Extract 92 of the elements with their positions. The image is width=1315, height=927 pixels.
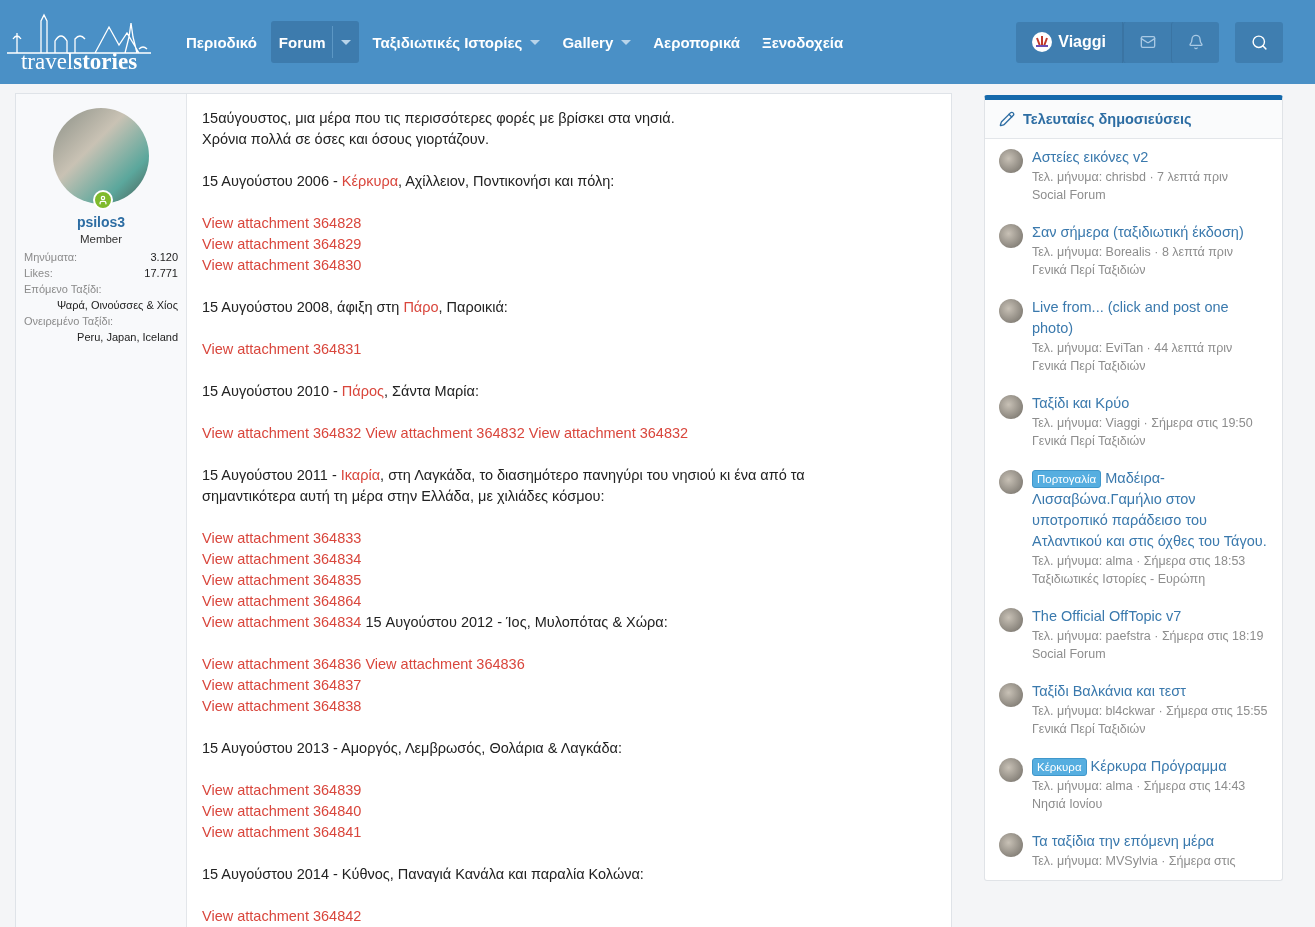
stat-value: 17.771 [144, 266, 178, 281]
post-link[interactable]: View attachment 364864 [202, 593, 362, 609]
nav-tab[interactable]: Ξενοδοχεία [754, 21, 852, 63]
thread-meta: Τελ. μήνυμα: Viaggi · Σήμερα στις 19:50 [1031, 415, 1253, 432]
post-text: 15 Αυγούστου 2013 - Αμοργός, Λεμβρωσός, Θολάρια & Λαγκάδα: [202, 739, 623, 758]
thread-meta: Τελ. μήνυμα: Borealis · 8 λεπτά πριν [1031, 244, 1234, 261]
thread-meta: Τελ. μήνυμα: alma · Σήμερα στις 14:43 [1031, 778, 1246, 795]
thread-prefix-tag: Κέρκυρα [1031, 758, 1087, 776]
forum-link[interactable]: Γενικά Περί Ταξιδιών [1031, 261, 1244, 279]
post-link[interactable]: View attachment 364837 [202, 677, 362, 693]
avatar-photo-placeholder[interactable] [998, 470, 1023, 494]
post-link[interactable]: View attachment 364834 [202, 614, 362, 630]
thread-link[interactable]: Ταξίδι Βαλκάνια και τεστ [1031, 681, 1268, 702]
forum-link[interactable]: Social Forum [1031, 645, 1264, 663]
thread-meta: Τελ. μήνυμα: bl4ckwar · Σήμερα στις 15:55 [1031, 703, 1268, 720]
post-link[interactable]: Πάρο [403, 299, 439, 315]
thread-link[interactable]: Live from... (click and post one photo) [1031, 297, 1268, 339]
avatar-photo-placeholder[interactable] [998, 224, 1023, 248]
post-link[interactable]: View attachment 364840 [202, 803, 362, 819]
post-link[interactable]: View attachment 364828 [202, 215, 362, 231]
search-button[interactable] [1235, 21, 1283, 63]
post-link[interactable]: View attachment 364833 [202, 530, 362, 546]
site-logo[interactable]: travelstories [20, 51, 138, 73]
post-text: 15 Αυγούστου 2008, άφιξη στη Πάρο, Παροικιά: [202, 298, 509, 317]
pencil-icon [998, 111, 1015, 127]
thread-meta: Τελ. μήνυμα: paefstra · Σήμερα στις 18:19 [1031, 628, 1264, 645]
avatar-photo-placeholder[interactable] [998, 299, 1023, 323]
forum-link[interactable]: Νησιά Ιονίου [1031, 795, 1246, 813]
thread-meta: Τελ. μήνυμα: EviTan · 44 λεπτά πριν [1031, 340, 1234, 357]
sidebar-title: Τελευταίες δημοσιεύσεις [1022, 111, 1192, 127]
post-link[interactable]: View attachment 364836 [202, 656, 362, 672]
post-link[interactable]: View attachment 364841 [202, 824, 362, 840]
stat-label: Ονειρεμένο Ταξίδι: [24, 314, 115, 329]
post-link[interactable]: View attachment 364842 [202, 908, 362, 924]
post-link[interactable]: View attachment 364835 [202, 572, 362, 588]
forum-link[interactable]: Γενικά Περί Ταξιδιών [1031, 357, 1268, 375]
forum-link[interactable]: Γενικά Περί Ταξιδιών [1031, 720, 1268, 738]
thread-link[interactable]: Σαν σήμερα (ταξιδιωτική έκδοση) [1031, 222, 1244, 243]
avatar-photo-placeholder[interactable] [998, 395, 1023, 419]
stat-value: Peru, Japan, Iceland [76, 330, 178, 345]
post-text: 15 Αυγούστου 2011 - Ικαρία, στη Λαγκάδα, το διασημότερο πανηγύρι του νησιού κι ένα από τα σημαντικότερα αυτή τη μέρα στην Ελλάδα, με χιλιάδες κόσμου: [202, 466, 806, 506]
forum-link[interactable]: Γενικά Περί Ταξιδιών [1031, 432, 1253, 450]
search-icon [1250, 33, 1268, 51]
mail-icon [1139, 34, 1156, 50]
thread-meta: Τελ. μήνυμα: chrisbd · 7 λεπτά πριν [1031, 169, 1229, 186]
avatar-photo-placeholder[interactable] [998, 758, 1023, 782]
post-link[interactable]: View attachment 364838 [202, 698, 362, 714]
post-link[interactable]: View attachment 364831 [202, 341, 362, 357]
post-text: 15αύγουστος, μια μέρα που τις περισσότερες φορές με βρίσκει στα νησιά. [202, 109, 676, 128]
nav-tab[interactable]: Gallery [554, 21, 640, 63]
stat-value: 3.120 [150, 250, 178, 265]
post-link[interactable]: View attachment 364832 [202, 425, 362, 441]
avatar-photo-placeholder[interactable] [998, 833, 1023, 857]
post-text: 15 Αυγούστου 2006 - Κέρκυρα, Αχίλλειον, Ποντικονήσι και πόλη: [202, 172, 616, 191]
stat-value: Ψαρά, Οινούσσες & Χίος [56, 298, 178, 313]
post-link[interactable]: View attachment 364832 [528, 425, 689, 441]
thread-link[interactable]: The Official OffTopic v7 [1031, 606, 1264, 627]
thread-link[interactable]: Κέρκυρα Κέρκυρα Πρόγραμμα [1031, 756, 1246, 777]
thread-meta: Τελ. μήνυμα: MVSylvia · Σήμερα στις [1031, 853, 1236, 870]
thread-link[interactable]: Ταξίδι και Κρύο [1031, 393, 1253, 414]
post-text: 15 Αυγούστου 2010 - Πάρος, Σάντα Μαρία: [202, 382, 480, 401]
nav-tab[interactable]: Αεροπορικά [645, 21, 748, 63]
bell-icon [1187, 34, 1204, 50]
avatar-photo-placeholder[interactable] [998, 149, 1023, 173]
avatar-photo-placeholder[interactable] [998, 608, 1023, 632]
nav-tab[interactable]: Forum [270, 21, 359, 63]
post-link[interactable]: View attachment 364830 [202, 257, 362, 273]
forum-link[interactable]: Ταξιδιωτικές Ιστορίες - Ευρώπη [1031, 570, 1268, 588]
post-link[interactable]: View attachment 364839 [202, 782, 362, 798]
post-link[interactable]: View attachment 364829 [202, 236, 362, 252]
thread-link[interactable]: Αστείες εικόνες v2 [1031, 147, 1229, 168]
thread-meta: Τελ. μήνυμα: alma · Σήμερα στις 18:53 [1031, 553, 1247, 570]
user-avatar-icon [1032, 32, 1053, 52]
stat-label: Επόμενο Ταξίδι: [24, 282, 103, 297]
post-link[interactable]: View attachment 364834 [202, 551, 362, 567]
stat-label: Likes: [24, 266, 53, 281]
username-link[interactable]: psilos3 [76, 214, 126, 230]
user-title: Member [79, 233, 123, 245]
forum-link[interactable]: Social Forum [1031, 186, 1229, 204]
nav-tab[interactable]: Περιοδικό [178, 21, 265, 63]
nav-tab[interactable]: Ταξιδιωτικές Ιστορίες [364, 21, 549, 63]
post-text: 15 Αυγούστου 2014 - Κύθνος, Παναγιά Κανάλα και παραλία Κολώνα: [202, 865, 645, 884]
thread-link[interactable]: Τα ταξίδια την επόμενη μέρα [1031, 831, 1236, 852]
post-link[interactable]: View attachment 364836 [365, 656, 525, 672]
avatar-photo-placeholder[interactable] [998, 683, 1023, 707]
post-link[interactable]: View attachment 364832 [365, 425, 525, 441]
post-text: Χρόνια πολλά σε όσες και όσους γιορτάζουν. [202, 130, 490, 149]
post-link[interactable]: Πάρος [341, 383, 384, 399]
stat-label: Μηνύματα: [24, 250, 78, 265]
thread-prefix-tag: Πορτογαλία [1031, 470, 1102, 488]
post-text: View attachment 364834 15 Αυγούστου 2012 - Ίος, Μυλοπότας & Χώρα: [202, 613, 669, 632]
thread-link[interactable]: Πορτογαλία Μαδέιρα-Λισσαβώνα.Γαμήλιο στον υποτροπικό παράδεισο του Ατλαντικού και στις όχθες του Τάγου. [1031, 468, 1268, 552]
